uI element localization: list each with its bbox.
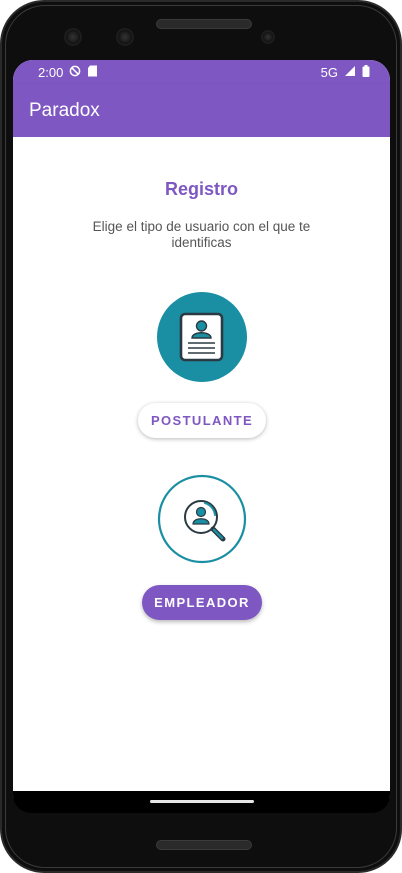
- home-gesture-handle[interactable]: [150, 800, 254, 803]
- status-time: 2:00: [38, 64, 64, 80]
- registro-content: Registro Elige el tipo de usuario con el…: [13, 137, 390, 792]
- dnd-icon: [69, 65, 81, 80]
- app-title: Paradox: [29, 99, 100, 121]
- postulante-button[interactable]: POSTULANTE: [138, 403, 266, 438]
- status-bar: 2:00 5G: [13, 60, 390, 84]
- page-subtitle: Elige el tipo de usuario con el que te i…: [92, 219, 311, 250]
- person-search-icon[interactable]: [157, 474, 247, 564]
- status-right: 5G: [320, 64, 370, 80]
- front-camera-icon: [116, 28, 134, 46]
- page-title: Registro: [164, 179, 238, 199]
- app-screen: 2:00 5G Paradox Registro Elige el tipo d…: [13, 60, 390, 812]
- bottom-speaker: [156, 840, 252, 850]
- status-left: 2:00: [38, 65, 98, 80]
- sd-card-icon: [87, 65, 98, 80]
- front-camera-icon: [64, 28, 82, 46]
- earpiece-speaker: [156, 19, 252, 29]
- empleador-button[interactable]: EMPLEADOR: [142, 585, 262, 620]
- signal-icon: [344, 65, 356, 80]
- network-type: 5G: [320, 64, 338, 80]
- battery-icon: [362, 64, 370, 80]
- app-bar: Paradox: [13, 84, 390, 137]
- resume-icon[interactable]: [157, 292, 247, 382]
- proximity-sensor-icon: [261, 30, 275, 44]
